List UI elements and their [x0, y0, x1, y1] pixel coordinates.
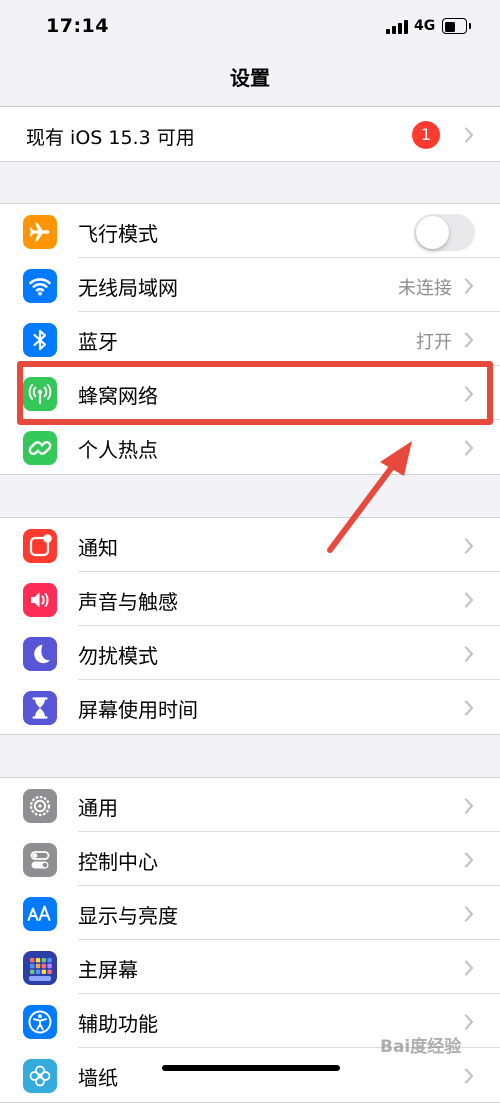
arrow-annotation-icon	[327, 441, 412, 553]
watermark: Bai度经验	[380, 1037, 462, 1057]
home-indicator[interactable]	[162, 1065, 340, 1071]
